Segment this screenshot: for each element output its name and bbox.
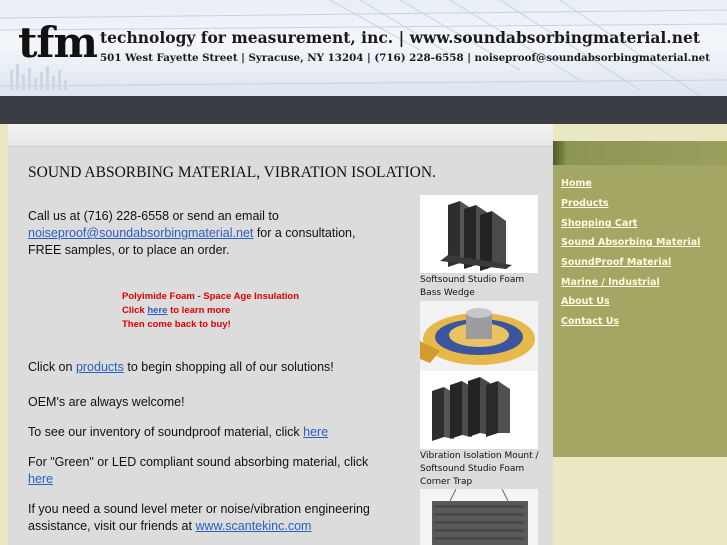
content-top-bar [8, 124, 553, 147]
corner-trap-caption-line1: Vibration Isolation Mount / [420, 451, 539, 461]
bass-wedge-caption-line1: Softsound Studio Foam [420, 275, 525, 285]
sidebar-header-bar [553, 141, 727, 165]
header-background-graphic [0, 0, 727, 96]
corner-trap-caption-line2: Softsound Studio Foam [420, 464, 525, 474]
oem-paragraph: OEM's are always welcome! [28, 395, 185, 409]
promo-block: Polyimide Foam - Space Age Insulation Cl… [122, 290, 299, 332]
products-link[interactable]: products [76, 360, 124, 374]
green-text: For "Green" or LED compliant sound absor… [28, 455, 369, 469]
site-tagline: technology for measurement, inc. | www.s… [100, 28, 700, 47]
meter-paragraph: If you need a sound level meter or noise… [28, 501, 378, 535]
nav-item-contact-us[interactable]: Contact Us [561, 316, 619, 327]
inventory-text: To see our inventory of soundproof mater… [28, 425, 304, 439]
nav-item-home[interactable]: Home [561, 178, 592, 189]
green-paragraph: For "Green" or LED compliant sound absor… [28, 454, 383, 488]
promo-return-line: Then come back to buy! [122, 319, 231, 330]
products-text-before: Click on [28, 360, 76, 374]
promo-here-link[interactable]: here [147, 305, 167, 316]
soundproof-panel-image [420, 489, 538, 545]
inventory-here-link[interactable]: here [303, 425, 328, 439]
products-text-after: to begin shopping all of our solutions! [123, 360, 334, 374]
nav-item-sound-absorbing-material[interactable]: Sound Absorbing Material [561, 237, 700, 248]
nav-item-shopping-cart[interactable]: Shopping Cart [561, 218, 637, 229]
promo-learn-line: Click here to learn more [122, 304, 299, 318]
promo-heading: Polyimide Foam - Space Age Insulation [122, 291, 300, 302]
corner-trap-caption-line3: Corner Trap [420, 477, 473, 487]
products-paragraph: Click on products to begin shopping all … [28, 359, 408, 376]
header-divider-band [0, 96, 727, 124]
contact-paragraph: Call us at (716) 228-6558 or send an ema… [28, 208, 368, 259]
promo-learn-text: to learn more [167, 305, 231, 316]
inventory-paragraph: To see our inventory of soundproof mater… [28, 424, 408, 441]
corner-trap-image [420, 371, 538, 449]
page-title: SOUND ABSORBING MATERIAL, VIBRATION ISOL… [28, 164, 436, 181]
bass-wedge-image [420, 195, 538, 273]
contact-text-before: Call us at (716) 228-6558 or send an ema… [28, 209, 279, 223]
nav-item-marine-industrial[interactable]: Marine / Industrial [561, 277, 660, 288]
vibration-mount-image [420, 301, 538, 371]
nav-item-about-us[interactable]: About Us [561, 296, 610, 307]
green-here-link[interactable]: here [28, 472, 53, 486]
nav-item-products[interactable]: Products [561, 198, 609, 209]
corner-trap-caption: Vibration Isolation Mount / Softsound St… [420, 450, 539, 489]
bass-wedge-caption-line2: Bass Wedge [420, 288, 475, 298]
logo[interactable]: tfm [18, 22, 98, 64]
bass-wedge-caption: Softsound Studio Foam Bass Wedge [420, 274, 524, 300]
nav-item-soundproof-material[interactable]: SoundProof Material [561, 257, 671, 268]
sidebar-nav: Home Products Shopping Cart Sound Absorb… [553, 165, 727, 457]
site-address: 501 West Fayette Street | Syracuse, NY 1… [100, 52, 710, 64]
promo-click-text: Click [122, 305, 148, 316]
sidebar-top-spacer [553, 124, 727, 136]
scantek-link[interactable]: www.scantekinc.com [195, 519, 311, 533]
email-link[interactable]: noiseproof@soundabsorbingmaterial.net [28, 226, 253, 240]
site-header: tfm technology for measurement, inc. | w… [0, 0, 727, 96]
